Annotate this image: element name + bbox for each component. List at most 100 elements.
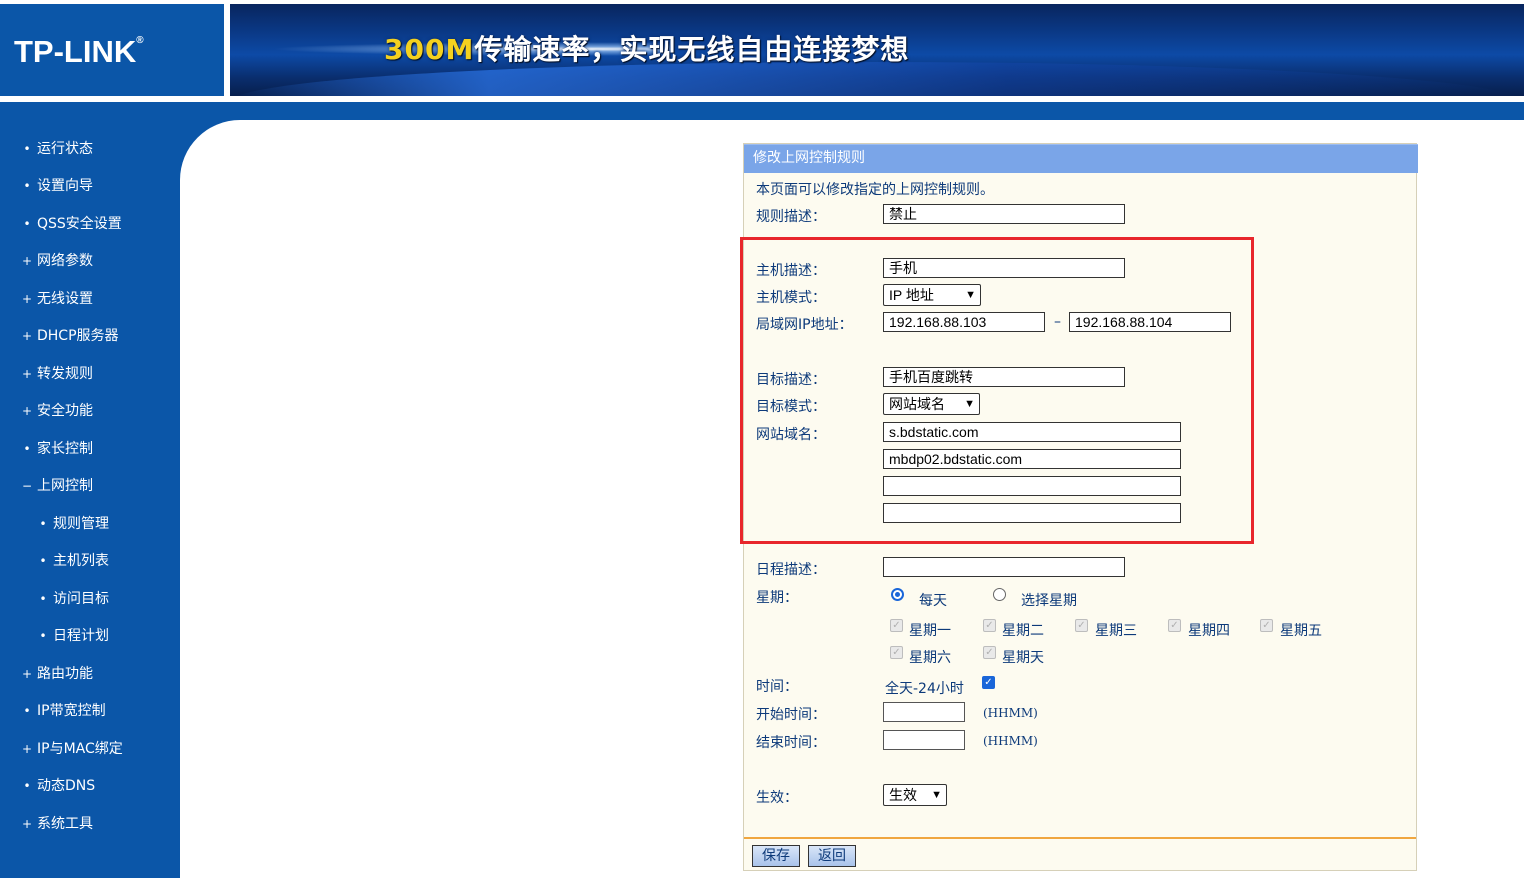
end-time-label: 结束时间： <box>756 735 826 751</box>
end-time-input[interactable] <box>883 730 965 750</box>
sidebar-subitem-schedule[interactable]: • 日程计划 <box>0 622 180 650</box>
back-button[interactable]: 返回 <box>808 845 856 867</box>
sidebar-item-wireless[interactable]: + 无线设置 <box>0 285 180 313</box>
bullet-icon: • <box>23 217 31 231</box>
bullet-icon: • <box>39 592 47 606</box>
checkbox-tuesday[interactable]: ✓ <box>983 619 996 632</box>
header-strip <box>0 102 1524 120</box>
logo-box: TP-LINK® <box>0 4 224 96</box>
rule-desc-label: 规则描述： <box>756 209 826 225</box>
label-friday: 星期五 <box>1280 623 1322 639</box>
domain-input-1[interactable]: s.bdstatic.com <box>883 422 1181 442</box>
radio-select-days[interactable] <box>993 588 1006 601</box>
target-mode-select[interactable]: 网站域名 ▼ <box>883 393 980 415</box>
expand-plus-icon: + <box>22 254 33 268</box>
chevron-down-icon: ▼ <box>931 789 942 801</box>
panel-divider <box>744 837 1416 839</box>
tp-link-logo: TP-LINK® <box>14 34 144 69</box>
save-button[interactable]: 保存 <box>752 845 800 867</box>
sidebar-subitem-hosts[interactable]: • 主机列表 <box>0 547 180 575</box>
sidebar-item-ip-mac[interactable]: + IP与MAC绑定 <box>0 735 180 763</box>
bullet-icon: • <box>23 179 31 193</box>
checkbox-monday[interactable]: ✓ <box>890 619 903 632</box>
label-saturday: 星期六 <box>909 650 951 666</box>
expand-plus-icon: + <box>22 404 33 418</box>
start-time-input[interactable] <box>883 702 965 722</box>
target-desc-label: 目标描述： <box>756 372 826 388</box>
lan-ip-label: 局域网IP地址： <box>756 317 853 333</box>
bullet-icon: • <box>39 517 47 531</box>
chevron-down-icon: ▼ <box>964 398 975 410</box>
sidebar-item-bandwidth[interactable]: • IP带宽控制 <box>0 697 180 725</box>
collapse-minus-icon: − <box>22 479 33 493</box>
panel-title: 修改上网控制规则 <box>744 144 1418 173</box>
sidebar-item-forwarding[interactable]: + 转发规则 <box>0 360 180 388</box>
bullet-icon: • <box>23 442 31 456</box>
start-time-label: 开始时间： <box>756 707 826 723</box>
expand-plus-icon: + <box>22 667 33 681</box>
checkbox-saturday[interactable]: ✓ <box>890 646 903 659</box>
sidebar-item-ddns[interactable]: • 动态DNS <box>0 772 180 800</box>
end-time-hint: (HHMM) <box>983 734 1038 748</box>
sidebar-item-network[interactable]: + 网络参数 <box>0 247 180 275</box>
bullet-icon: • <box>23 704 31 718</box>
checkbox-allday[interactable]: ✓ <box>982 676 995 689</box>
host-mode-select[interactable]: IP 地址 ▼ <box>883 284 981 306</box>
header: TP-LINK® 300M传输速率，实现无线自由连接梦想 <box>0 0 1524 120</box>
sidebar-item-access-control[interactable]: − 上网控制 <box>0 472 180 500</box>
target-desc-input[interactable]: 手机百度跳转 <box>883 367 1125 387</box>
checkbox-friday[interactable]: ✓ <box>1260 619 1273 632</box>
rule-desc-input[interactable]: 禁止 <box>883 204 1125 224</box>
sidebar-item-security[interactable]: + 安全功能 <box>0 397 180 425</box>
expand-plus-icon: + <box>22 367 33 381</box>
effect-label: 生效： <box>756 790 798 806</box>
sidebar-item-status[interactable]: • 运行状态 <box>0 135 180 163</box>
sidebar-item-wizard[interactable]: • 设置向导 <box>0 172 180 200</box>
host-mode-label: 主机模式： <box>756 290 826 306</box>
sidebar-item-dhcp[interactable]: + DHCP服务器 <box>0 322 180 350</box>
sidebar-item-parental[interactable]: • 家长控制 <box>0 435 180 463</box>
time-label: 时间： <box>756 679 798 695</box>
checkbox-sunday[interactable]: ✓ <box>983 646 996 659</box>
label-tuesday: 星期二 <box>1002 623 1044 639</box>
label-thursday: 星期四 <box>1188 623 1230 639</box>
radio-everyday-label: 每天 <box>919 593 947 609</box>
bullet-icon: • <box>39 629 47 643</box>
sidebar-item-system-tools[interactable]: + 系统工具 <box>0 810 180 838</box>
host-desc-input[interactable]: 手机 <box>883 258 1125 278</box>
allday-label: 全天-24小时 <box>885 681 964 697</box>
effect-select[interactable]: 生效 ▼ <box>883 784 947 806</box>
checkbox-wednesday[interactable]: ✓ <box>1075 619 1088 632</box>
sidebar-subitem-targets[interactable]: • 访问目标 <box>0 585 180 613</box>
checkbox-thursday[interactable]: ✓ <box>1168 619 1181 632</box>
domain-label: 网站域名： <box>756 427 826 443</box>
target-mode-label: 目标模式： <box>756 399 826 415</box>
sidebar-subitem-rules[interactable]: • 规则管理 <box>0 510 180 538</box>
expand-plus-icon: + <box>22 329 33 343</box>
bullet-icon: • <box>23 779 31 793</box>
radio-select-days-label: 选择星期 <box>1021 593 1077 609</box>
ip-start-input[interactable]: 192.168.88.103 <box>883 312 1045 332</box>
domain-input-3[interactable] <box>883 476 1181 496</box>
ip-range-separator: – <box>1054 314 1061 330</box>
expand-plus-icon: + <box>22 817 33 831</box>
domain-input-2[interactable]: mbdp02.bdstatic.com <box>883 449 1181 469</box>
chevron-down-icon: ▼ <box>965 289 976 301</box>
label-wednesday: 星期三 <box>1095 623 1137 639</box>
banner: 300M传输速率，实现无线自由连接梦想 <box>230 4 1524 96</box>
schedule-desc-label: 日程描述： <box>756 562 826 578</box>
schedule-desc-input[interactable] <box>883 557 1125 577</box>
rule-edit-panel: 修改上网控制规则 本页面可以修改指定的上网控制规则。 规则描述： 禁止 主机描述… <box>743 143 1418 871</box>
bullet-icon: • <box>39 554 47 568</box>
sidebar-item-qss[interactable]: • QSS安全设置 <box>0 210 180 238</box>
intro-text: 本页面可以修改指定的上网控制规则。 <box>756 182 994 198</box>
bullet-icon: • <box>23 142 31 156</box>
week-label: 星期： <box>756 590 798 606</box>
label-sunday: 星期天 <box>1002 650 1044 666</box>
radio-everyday[interactable] <box>891 588 904 601</box>
domain-input-4[interactable] <box>883 503 1181 523</box>
expand-plus-icon: + <box>22 742 33 756</box>
sidebar-item-routing[interactable]: + 路由功能 <box>0 660 180 688</box>
host-desc-label: 主机描述： <box>756 263 826 279</box>
ip-end-input[interactable]: 192.168.88.104 <box>1069 312 1231 332</box>
